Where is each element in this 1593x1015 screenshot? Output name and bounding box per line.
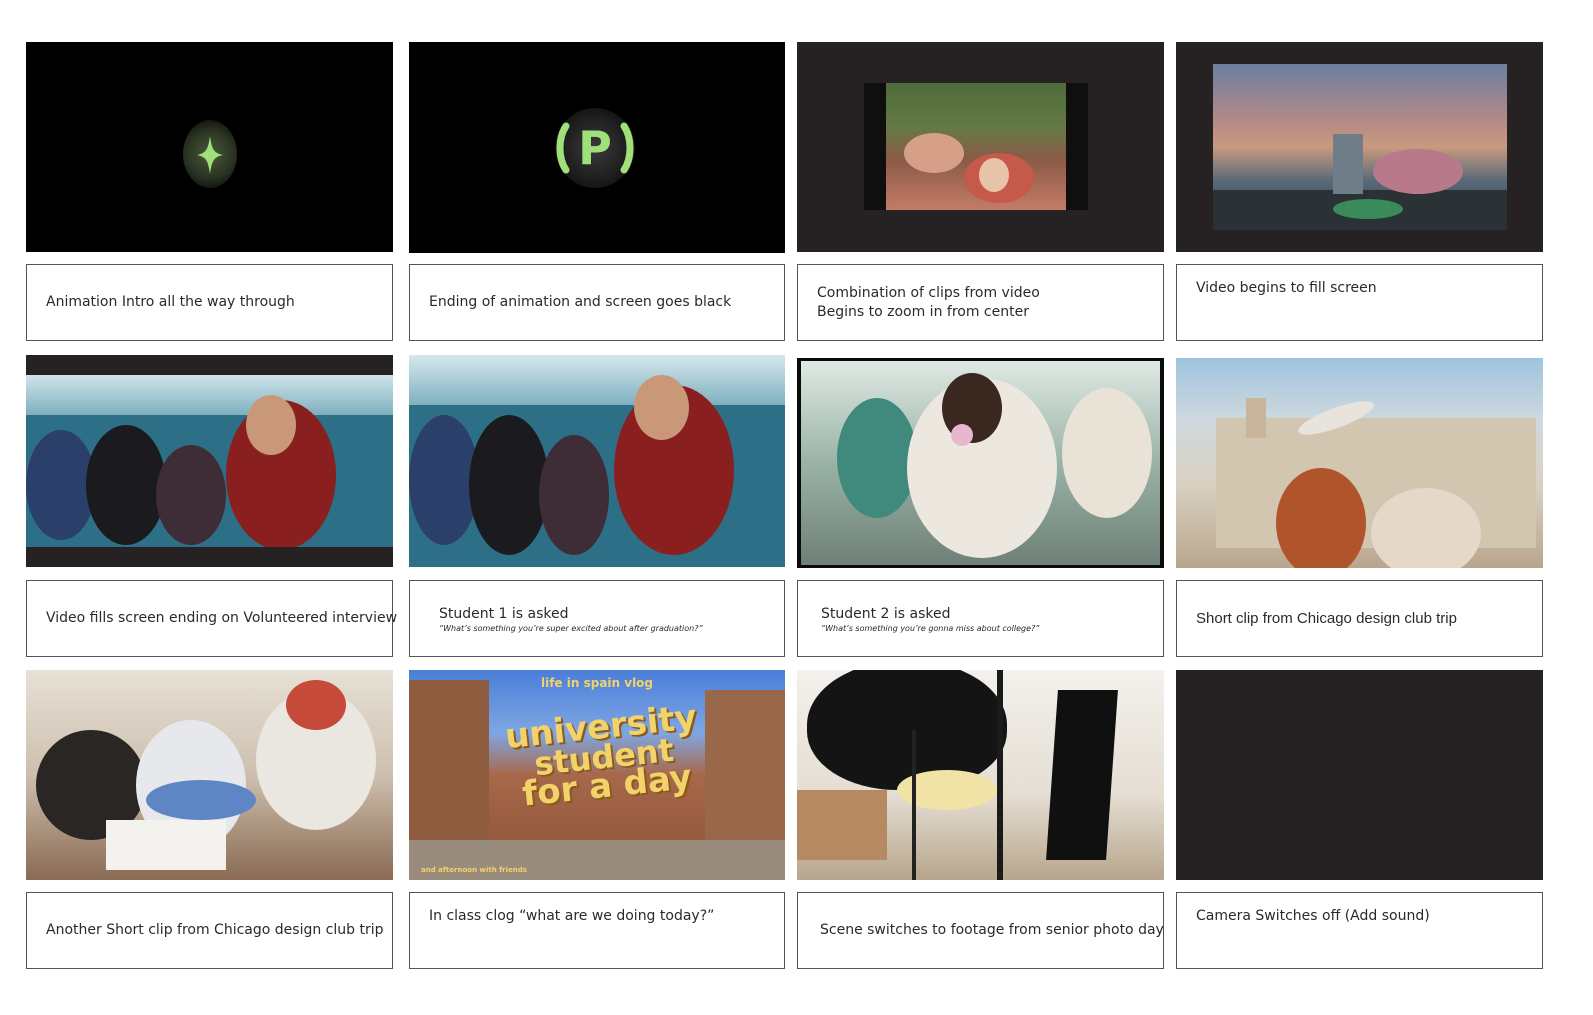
caption-12: Camera Switches off (Add sound) (1176, 892, 1543, 969)
caption-2: Ending of animation and screen goes blac… (409, 264, 785, 341)
storyboard-frame-6 (409, 355, 785, 567)
storyboard-frame-11 (797, 670, 1164, 880)
storyboard-frame-4 (1176, 42, 1543, 252)
p-logo-icon: P (556, 121, 634, 175)
photo-umbrella (807, 670, 1007, 790)
zooming-clip-thumbnail (864, 83, 1088, 210)
caption-3: Combination of clips from video Begins t… (797, 264, 1164, 341)
storyboard-frame-10: life in spain vlog university student fo… (409, 670, 785, 880)
caption-11: Scene switches to footage from senior ph… (797, 892, 1164, 969)
storyboard-frame-3 (797, 42, 1164, 252)
vlog-footer-text: and afternoon with friends (421, 866, 527, 874)
storyboard-frame-1 (26, 42, 393, 252)
caption-9: Another Short clip from Chicago design c… (26, 892, 393, 969)
rooftop-clip-thumbnail (1213, 64, 1507, 230)
svg-text:P: P (578, 121, 612, 175)
storyboard-frame-5 (26, 355, 393, 567)
caption-6: Student 1 is asked “What’s something you… (409, 580, 785, 657)
caption-4: Video begins to fill screen (1176, 264, 1543, 341)
storyboard-frame-8 (1176, 358, 1543, 568)
caption-7: Student 2 is asked “What’s something you… (797, 580, 1164, 657)
caption-1: Animation Intro all the way through (26, 264, 393, 341)
storyboard-frame-7 (797, 358, 1164, 568)
caption-8: Short clip from Chicago design club trip (1176, 580, 1543, 657)
storyboard-frame-9 (26, 670, 393, 880)
caption-5: Video fills screen ending on Volunteered… (26, 580, 397, 657)
storyboard-frame-12 (1176, 670, 1543, 880)
vlog-title-art: university student for a day (503, 697, 699, 816)
storyboard-frame-2: P (409, 42, 785, 253)
caption-10: In class clog “what are we doing today?” (409, 892, 785, 969)
sparkle-icon (197, 136, 223, 174)
vlog-header-text: life in spain vlog (540, 676, 654, 690)
